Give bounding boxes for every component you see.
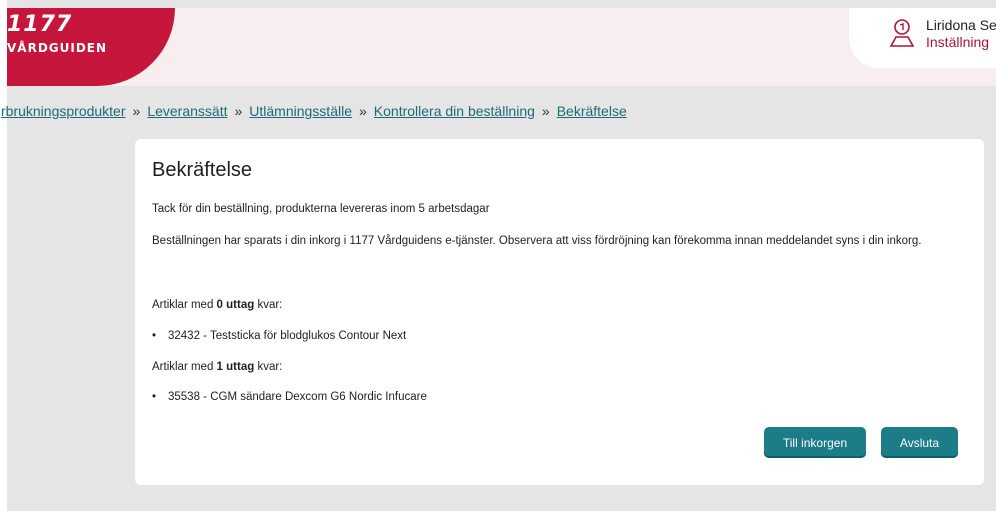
- breadcrumb-separator: »: [234, 103, 243, 119]
- list-item: • 32432 - Teststicka för blodglukos Conto…: [152, 327, 962, 345]
- thanks-message: Tack för din beställning, produkterna le…: [152, 203, 490, 215]
- breadcrumb-separator: »: [359, 103, 367, 119]
- breadcrumb-link-confirmation[interactable]: Bekräftelse: [557, 103, 627, 119]
- list-item-text: 35538 - CGM sändare Dexcom G6 Nordic Inf…: [168, 391, 427, 403]
- group-1-heading: Artiklar med 1 uttag kvar:: [152, 358, 962, 376]
- bullet: •: [152, 330, 157, 342]
- group-1-prefix: Artiklar med: [152, 361, 217, 373]
- user-name: Liridona Se: [926, 17, 996, 33]
- group-1-suffix: kvar:: [254, 361, 283, 373]
- page-title: Bekräftelse: [152, 159, 253, 181]
- saved-message: Beställningen har sparats i din inkorg i…: [152, 235, 922, 247]
- breadcrumb-link-products[interactable]: rbrukningsprodukter: [1, 103, 126, 119]
- logo-number: 1177: [7, 12, 73, 37]
- user-panel: Liridona Se Inställning: [849, 8, 996, 68]
- logo[interactable]: 1177 VÅRDGUIDEN: [7, 8, 175, 86]
- inbox-button[interactable]: Till inkorgen: [764, 427, 866, 458]
- group-1-count: 1 uttag: [216, 361, 255, 373]
- group-0-suffix: kvar:: [254, 299, 283, 311]
- user-icon: [889, 19, 915, 47]
- group-0-count: 0 uttag: [216, 299, 255, 311]
- breadcrumb-link-delivery[interactable]: Leveranssätt: [147, 103, 227, 119]
- group-1-list: • 35538 - CGM sändare Dexcom G6 Nordic In…: [152, 388, 962, 406]
- breadcrumb: rbrukningsprodukter » Leveranssätt » Utlämni…: [1, 103, 627, 119]
- group-0-list: • 32432 - Teststicka för blodglukos Conto…: [152, 327, 962, 345]
- bullet: •: [152, 391, 157, 403]
- breadcrumb-separator: »: [132, 103, 141, 119]
- list-item: • 35538 - CGM sändare Dexcom G6 Nordic In…: [152, 388, 962, 406]
- list-item-text: 32432 - Teststicka för blodglukos Contou…: [168, 330, 407, 342]
- confirmation-card: Bekräftelse Tack för din beställning, pr…: [135, 139, 984, 485]
- breadcrumb-separator: »: [541, 103, 550, 119]
- group-0-heading: Artiklar med 0 uttag kvar:: [152, 296, 962, 314]
- group-0-prefix: Artiklar med: [152, 299, 217, 311]
- breadcrumb-link-review[interactable]: Kontrollera din beställning: [374, 103, 535, 119]
- settings-link[interactable]: Inställning: [926, 34, 989, 50]
- logo-text: VÅRDGUIDEN: [7, 41, 108, 55]
- finish-button[interactable]: Avsluta: [881, 427, 958, 458]
- site-header: 1177 VÅRDGUIDEN: [7, 8, 996, 86]
- breadcrumb-link-pickup[interactable]: Utlämningsställe: [249, 103, 352, 119]
